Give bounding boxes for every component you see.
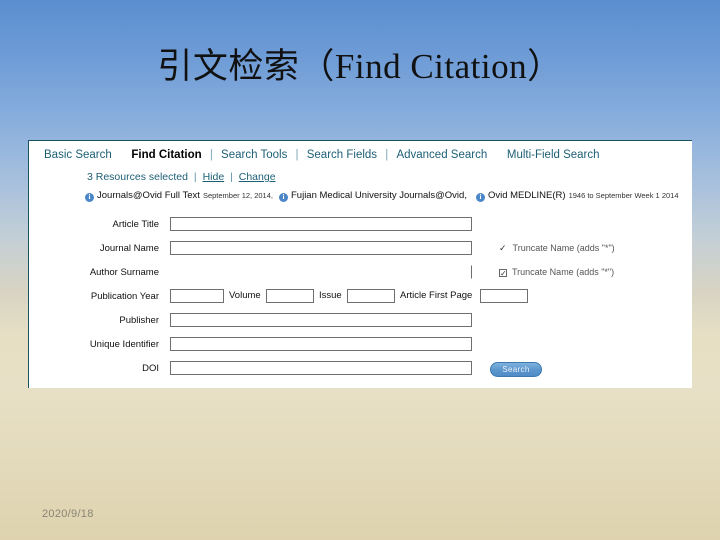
volume-label: Volume bbox=[229, 290, 261, 301]
issue-label: Issue bbox=[319, 290, 342, 301]
truncate-journal-name-option[interactable]: ✓ Truncate Name (adds "*") bbox=[499, 241, 615, 255]
list-item: i Journals@Ovid Full Text September 12, … bbox=[85, 190, 273, 202]
resources-selected-line: 3 Resources selected | Hide | Change bbox=[87, 171, 276, 183]
tab-search-tools[interactable]: Search Tools bbox=[218, 149, 290, 161]
page-title: 引文检索（Find Citation） bbox=[157, 47, 563, 86]
info-icon[interactable]: i bbox=[475, 193, 485, 202]
doi-label: DOI bbox=[142, 363, 159, 374]
form-row-doi: DOI bbox=[29, 357, 693, 381]
info-icon[interactable]: i bbox=[279, 193, 288, 202]
resource-name: Ovid MEDLINE(R) bbox=[487, 190, 566, 201]
slide-canvas: 引文检索（Find Citation） Basic Search Find Ci… bbox=[0, 0, 720, 540]
doi-input[interactable] bbox=[170, 361, 472, 375]
resources-separator: | bbox=[230, 171, 233, 183]
tab-advanced-search[interactable]: Advanced Search bbox=[393, 149, 490, 161]
resource-coverage: 1946 to September Week 1 2014 bbox=[568, 191, 679, 200]
tab-separator: | bbox=[385, 149, 389, 161]
find-citation-form: Article Title Journal Name ✓ Truncate Nam… bbox=[29, 213, 693, 381]
ovid-screenshot-panel: Basic Search Find Citation | Search Tool… bbox=[28, 140, 692, 388]
truncate-author-name-label: Truncate Name (adds "*") bbox=[512, 267, 615, 277]
checkbox-icon[interactable]: ✓ bbox=[499, 269, 507, 278]
article-title-label: Article Title bbox=[112, 219, 159, 230]
resource-name: Fujian Medical University Journals@Ovid, bbox=[291, 190, 467, 201]
article-first-page-input[interactable] bbox=[480, 289, 528, 303]
form-row-author-surname: Author Surname ✓ Truncate Name (adds "*") bbox=[29, 261, 693, 285]
resources-separator: | bbox=[193, 171, 197, 183]
tab-separator bbox=[493, 149, 500, 161]
checkmark-icon: ✓ bbox=[499, 243, 507, 253]
resource-coverage: September 12, 2014, bbox=[202, 191, 273, 200]
tab-find-citation[interactable]: Find Citation bbox=[128, 149, 204, 161]
info-icon[interactable]: i bbox=[85, 193, 94, 202]
unique-identifier-input[interactable] bbox=[170, 337, 472, 351]
article-title-input[interactable] bbox=[170, 217, 472, 231]
slide-date: 2020/9/18 bbox=[42, 508, 94, 520]
issue-input[interactable] bbox=[347, 289, 395, 303]
list-item: i Ovid MEDLINE(R) 1946 to September Week… bbox=[475, 190, 679, 202]
tab-separator bbox=[118, 149, 125, 161]
form-row-journal-name: Journal Name ✓ Truncate Name (adds "*") bbox=[29, 237, 693, 261]
list-item: i Fujian Medical University Journals@Ovi… bbox=[279, 190, 470, 202]
journal-name-label: Journal Name bbox=[99, 243, 159, 254]
publication-year-input[interactable] bbox=[170, 289, 224, 303]
publisher-label: Publisher bbox=[119, 315, 159, 326]
tab-separator: | bbox=[295, 149, 299, 161]
tab-multi-field-search[interactable]: Multi-Field Search bbox=[504, 149, 603, 161]
resources-selected-count: 3 Resources selected bbox=[87, 171, 188, 183]
search-button[interactable]: Search bbox=[490, 362, 542, 377]
selected-resources-list: i Journals@Ovid Full Text September 12, … bbox=[85, 190, 685, 202]
search-mode-tabs: Basic Search Find Citation | Search Tool… bbox=[41, 149, 603, 161]
truncate-author-name-option[interactable]: ✓ Truncate Name (adds "*") bbox=[499, 265, 614, 279]
resource-name: Journals@Ovid Full Text bbox=[97, 190, 200, 201]
change-resources-link[interactable]: Change bbox=[239, 171, 276, 183]
tab-search-fields[interactable]: Search Fields bbox=[304, 149, 380, 161]
form-row-publisher: Publisher bbox=[29, 309, 693, 333]
form-row-unique-identifier: Unique Identifier bbox=[29, 333, 693, 357]
author-surname-input[interactable] bbox=[170, 265, 472, 279]
author-surname-label: Author Surname bbox=[89, 267, 159, 278]
tab-separator: | bbox=[209, 149, 213, 161]
volume-input[interactable] bbox=[266, 289, 314, 303]
truncate-journal-name-label: Truncate Name (adds "*") bbox=[512, 243, 615, 253]
unique-identifier-label: Unique Identifier bbox=[89, 339, 159, 350]
hide-resources-link[interactable]: Hide bbox=[203, 171, 225, 183]
journal-name-input[interactable] bbox=[170, 241, 472, 255]
publication-year-label: Publication Year bbox=[90, 291, 159, 302]
tab-basic-search[interactable]: Basic Search bbox=[41, 149, 115, 161]
publisher-input[interactable] bbox=[170, 313, 472, 327]
form-row-publication-year: Publication Year Volume Issue Article Fi… bbox=[29, 285, 693, 309]
form-row-article-title: Article Title bbox=[29, 213, 693, 237]
article-first-page-label: Article First Page bbox=[400, 290, 473, 301]
